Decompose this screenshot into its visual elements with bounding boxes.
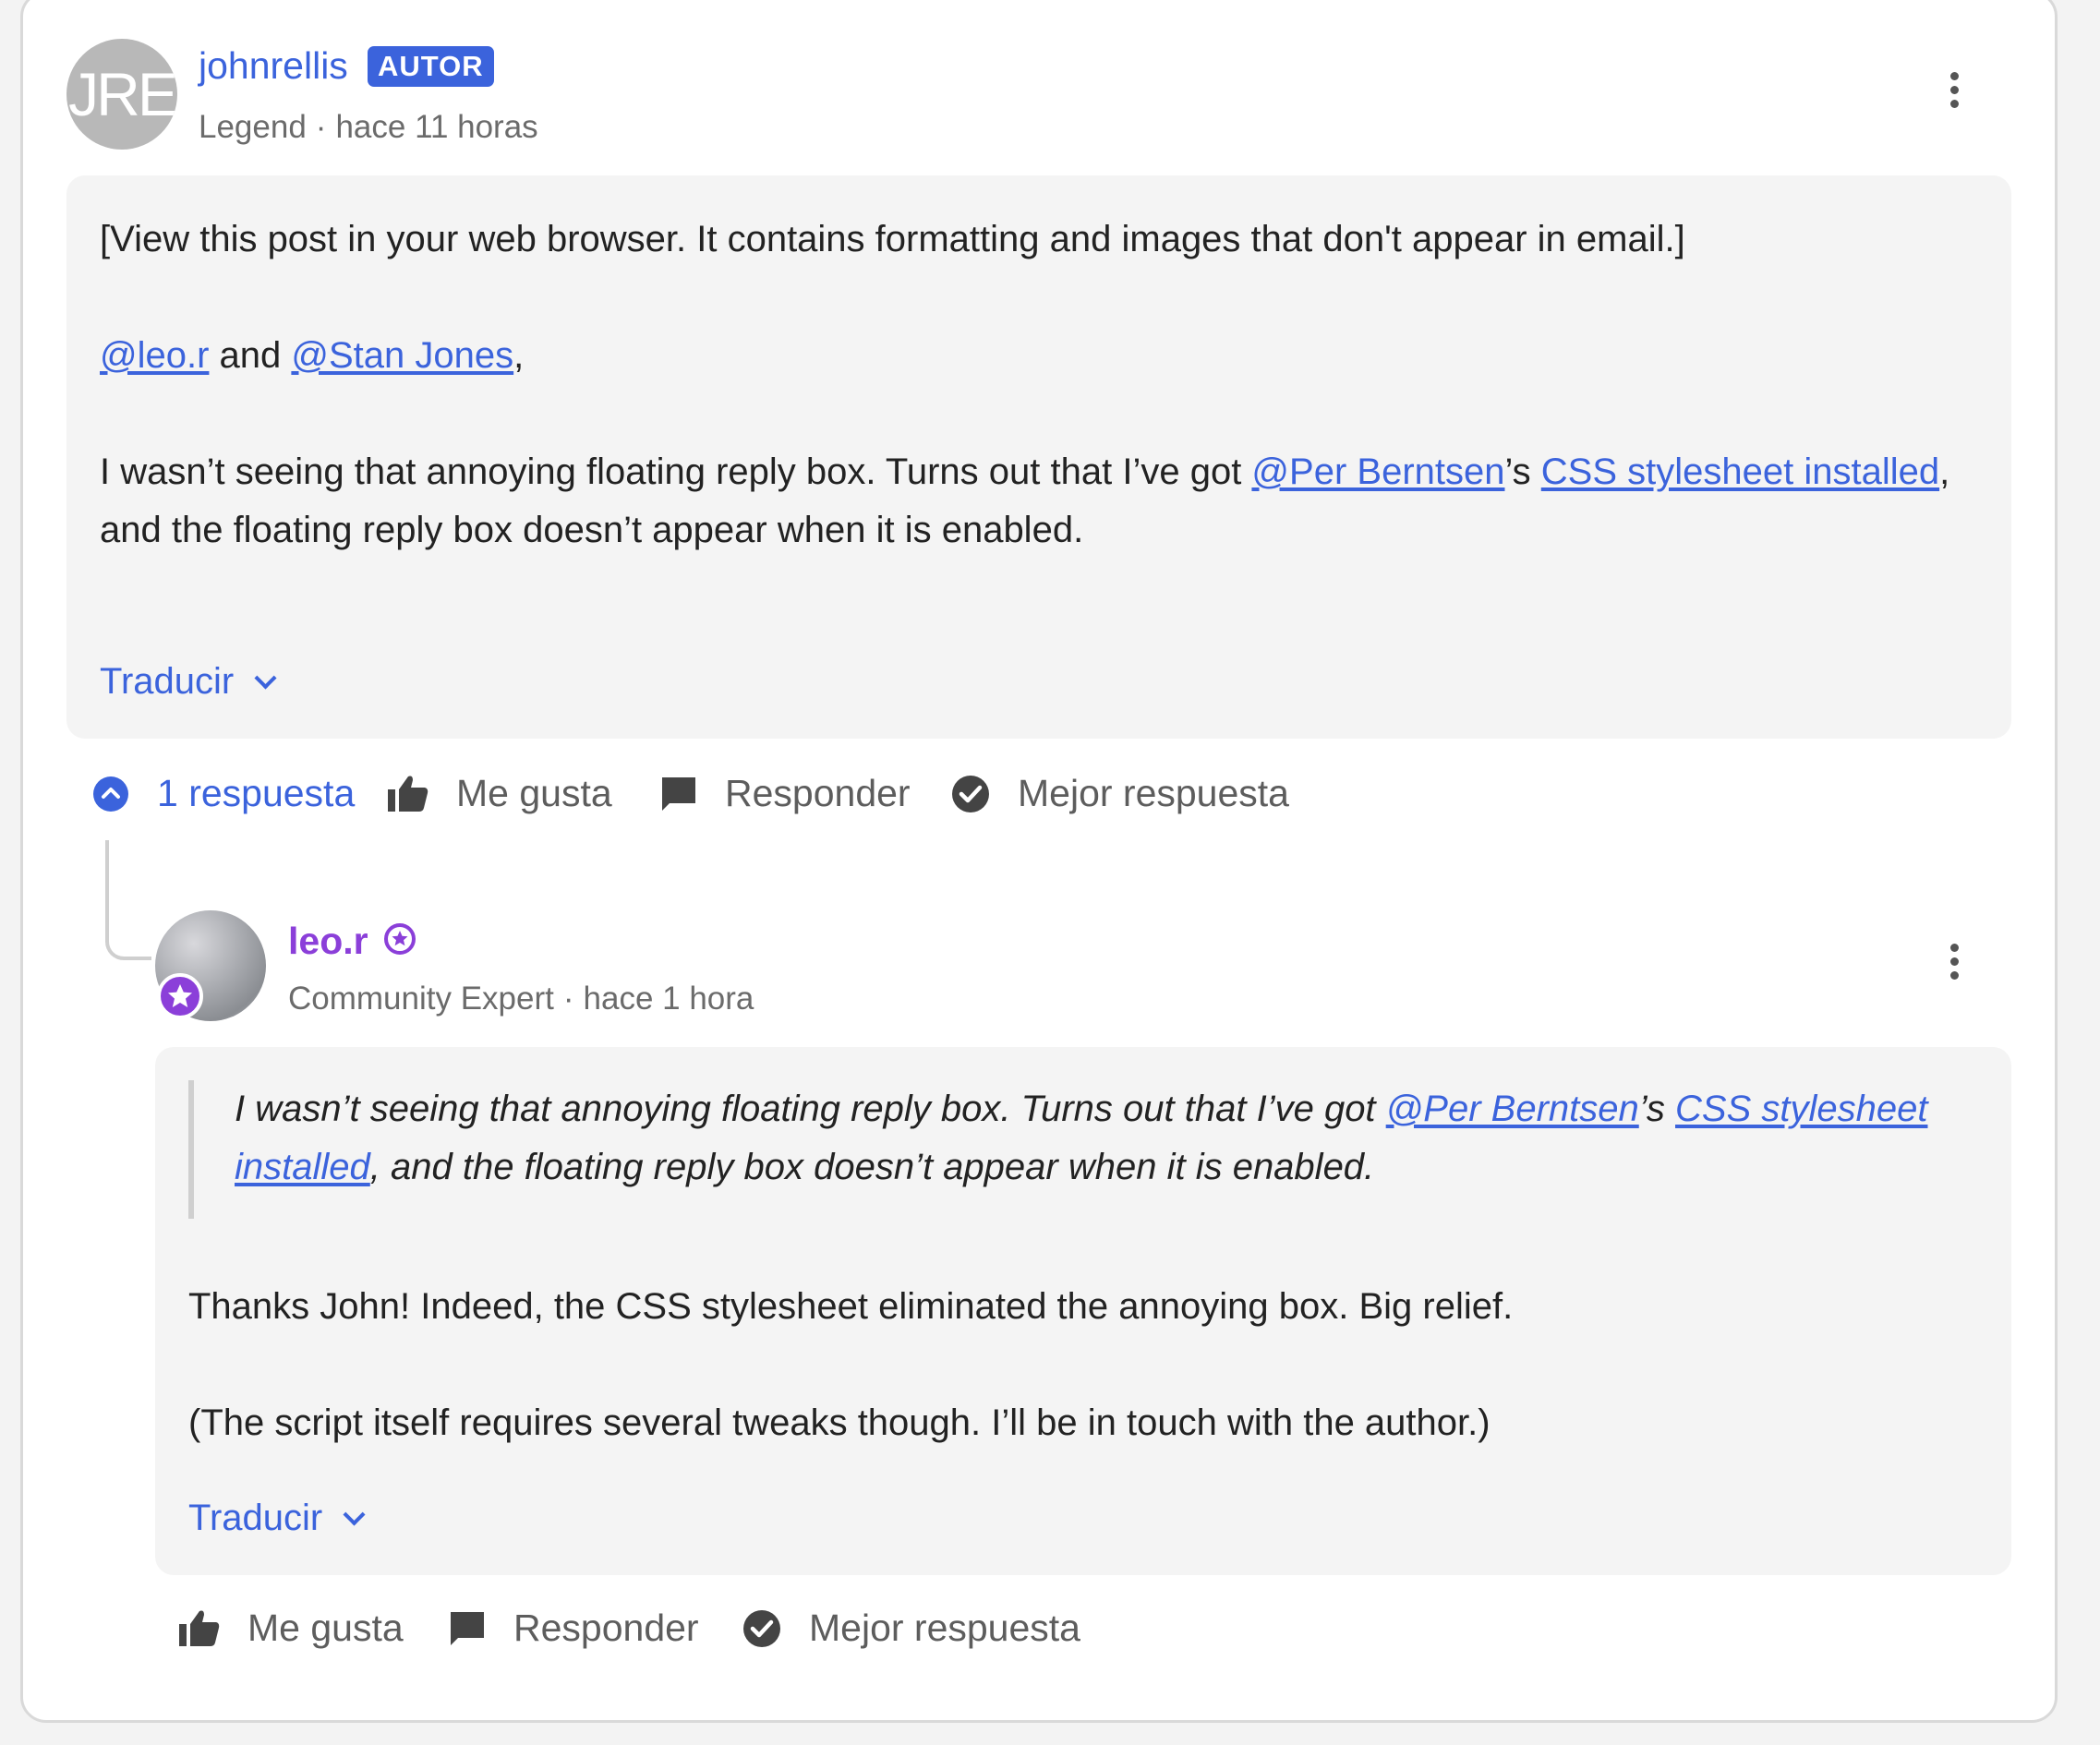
reply-like-button[interactable]: Me gusta <box>179 1607 404 1650</box>
community-expert-star-icon <box>384 923 416 959</box>
like-label: Me gusta <box>456 772 612 814</box>
post-mentions: @leo.r and @Stan Jones, <box>100 327 1984 385</box>
thread-connector <box>105 840 151 960</box>
reply-options-kebab-icon[interactable] <box>1936 938 1973 993</box>
thumbs-up-icon <box>388 775 428 813</box>
quote-text-possessive: ’s <box>1638 1089 1676 1129</box>
reply-paragraph-2: (The script itself requires several twea… <box>188 1402 1491 1443</box>
mention-per-berntsen-link[interactable]: @Per Berntsen <box>1251 451 1504 492</box>
best-answer-button[interactable]: Mejor respuesta <box>951 772 1289 815</box>
meta-separator: · <box>315 109 327 145</box>
post-email-notice: [View this post in your web browser. It … <box>100 219 1685 259</box>
toggle-replies-button[interactable]: 1 respuesta <box>92 772 355 815</box>
post-paragraph: I wasn’t seeing that annoying floating r… <box>100 443 1993 560</box>
author-username[interactable]: johnrellis <box>199 44 348 88</box>
reply-quote: I wasn’t seeing that annoying floating r… <box>188 1080 1943 1219</box>
reply-meta-separator: · <box>562 981 574 1017</box>
comment-icon <box>660 776 697 812</box>
comment-icon <box>449 1610 486 1647</box>
mentions-and: and <box>209 335 292 376</box>
post-text-start: I wasn’t seeing that annoying floating r… <box>100 451 1252 492</box>
author-rank: Legend <box>199 109 307 145</box>
reply-translate-label: Traducir <box>188 1498 323 1538</box>
reply-best-answer-label: Mejor respuesta <box>809 1607 1080 1649</box>
post-translate-button[interactable]: Traducir <box>100 661 277 703</box>
author-avatar[interactable]: JRE <box>66 39 177 150</box>
reply-label: Responder <box>725 772 911 814</box>
like-button[interactable]: Me gusta <box>388 772 612 815</box>
reply-rank: Community Expert <box>288 981 554 1017</box>
reply-username[interactable]: leo.r <box>288 920 368 963</box>
chevron-down-icon <box>254 667 277 690</box>
css-stylesheet-link[interactable]: CSS stylesheet installed <box>1541 451 1939 492</box>
chevron-down-icon <box>343 1503 366 1526</box>
post-translate-label: Traducir <box>100 661 235 702</box>
check-circle-icon <box>951 775 990 813</box>
reply-time: hace 1 hora <box>583 981 754 1017</box>
quote-mention-per-berntsen-link[interactable]: @Per Berntsen <box>1386 1089 1639 1129</box>
mentions-comma: , <box>513 335 525 376</box>
post-options-kebab-icon[interactable] <box>1936 66 1973 122</box>
author-meta: Legend · hace 11 horas <box>199 109 538 146</box>
reply-translate-button[interactable]: Traducir <box>188 1498 366 1539</box>
best-answer-label: Mejor respuesta <box>1018 772 1289 814</box>
post-text-possessive: ’s <box>1504 451 1541 492</box>
thumbs-up-icon <box>179 1609 220 1648</box>
author-badge: AUTOR <box>368 46 494 87</box>
chevron-up-circle-icon <box>92 776 129 812</box>
reply-paragraph-1: Thanks John! Indeed, the CSS stylesheet … <box>188 1286 1514 1327</box>
reply-reply-label: Responder <box>513 1607 699 1649</box>
post-time: hace 11 horas <box>335 109 538 145</box>
reply-button[interactable]: Responder <box>660 772 911 815</box>
reply-best-answer-button[interactable]: Mejor respuesta <box>742 1607 1080 1650</box>
quote-text-end: , and the floating reply box doesn’t app… <box>369 1147 1375 1187</box>
reply-meta: Community Expert · hace 1 hora <box>288 981 754 1017</box>
reply-reply-button[interactable]: Responder <box>449 1607 699 1650</box>
quote-text-start: I wasn’t seeing that annoying floating r… <box>235 1089 1386 1129</box>
mention-stan-jones-link[interactable]: @Stan Jones <box>291 335 513 376</box>
reply-like-label: Me gusta <box>247 1607 404 1649</box>
reply-count-label: 1 respuesta <box>157 772 356 814</box>
check-circle-icon <box>742 1609 781 1648</box>
star-badge-icon <box>157 973 203 1019</box>
mention-leo-r-link[interactable]: @leo.r <box>100 335 209 376</box>
